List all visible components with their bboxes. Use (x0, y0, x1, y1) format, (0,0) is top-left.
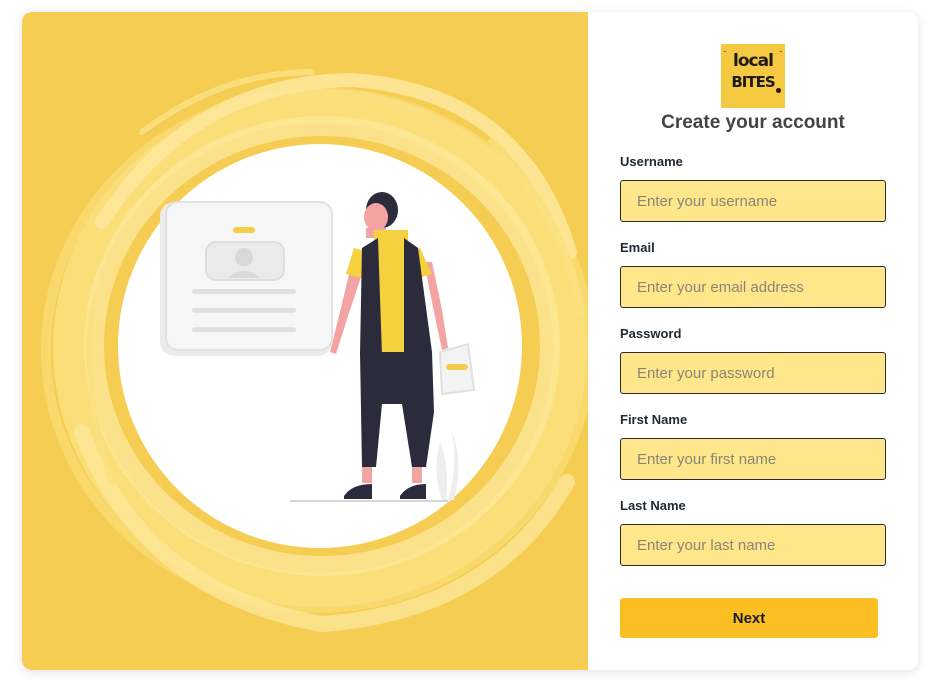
first-name-input[interactable] (620, 438, 886, 480)
shopping-bag-icon (438, 342, 476, 396)
logo-dot (776, 88, 781, 93)
first-name-label: First Name (620, 412, 688, 427)
illustration-panel (22, 12, 588, 670)
id-card-icon (160, 201, 333, 356)
next-button[interactable]: Next (620, 598, 878, 638)
last-name-label: Last Name (620, 498, 686, 513)
password-label: Password (620, 326, 682, 341)
last-name-input[interactable] (620, 524, 886, 566)
page-title: Create your account (661, 112, 845, 133)
signup-illustration (41, 69, 588, 633)
logo-text-bites: BITES (731, 73, 775, 91)
localbites-logo: ™ ™ local BITES (721, 44, 785, 108)
username-input[interactable] (620, 180, 886, 222)
signup-card: ™ ™ local BITES Create your account User… (22, 12, 918, 670)
email-label: Email (620, 240, 655, 255)
email-input[interactable] (620, 266, 886, 308)
logo-text-local: local (733, 51, 774, 71)
password-input[interactable] (620, 352, 886, 394)
signup-form-panel: ™ ™ local BITES Create your account User… (588, 12, 918, 670)
username-label: Username (620, 154, 683, 169)
